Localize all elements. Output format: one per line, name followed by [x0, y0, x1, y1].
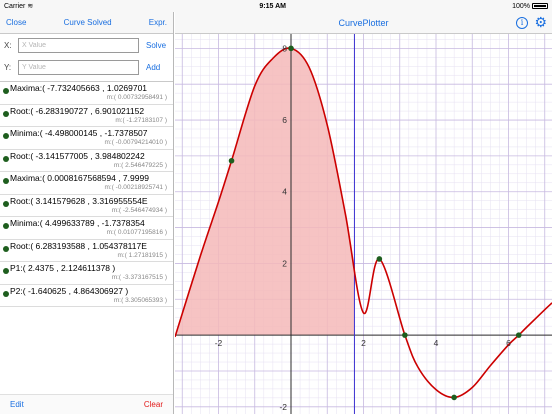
x-input-row: X: Solve [0, 34, 173, 56]
y-tick-label: 2 [282, 258, 287, 268]
battery-icon [531, 3, 548, 9]
result-coords: Maxima:( 0.0008167568594 , 7.9999 [10, 173, 149, 183]
result-coords: Root:( -6.283190727 , 6.901021152 [10, 105, 145, 116]
point-marker-icon [3, 88, 9, 94]
result-slope: m:( -0.00218925741 ) [104, 184, 167, 191]
data-point [376, 256, 383, 262]
data-point [451, 394, 457, 401]
result-slope: m:( 0.01077195816 ) [106, 229, 167, 236]
x-value-input[interactable] [18, 37, 139, 53]
result-coords: Root:( -3.141577005 , 3.984802242 [10, 150, 145, 161]
solve-button[interactable]: Solve [146, 41, 166, 50]
point-marker-icon [3, 133, 9, 139]
list-item[interactable]: Root:( -3.141577005 , 3.984802242 m:( 2.5… [0, 150, 173, 172]
y-tick-label: 8 [282, 43, 287, 53]
point-marker-icon [3, 200, 9, 207]
data-point [515, 332, 522, 338]
wifi-icon: ≋ [27, 3, 34, 10]
point-marker-icon [3, 110, 9, 117]
add-button[interactable]: Add [146, 63, 160, 72]
result-coords: Minima:( -4.498000145 , -1.7378507 [10, 128, 148, 138]
info-icon[interactable]: i [516, 17, 528, 29]
y-value-input[interactable] [18, 59, 139, 75]
carrier-label: Carrier ≋ [4, 2, 34, 11]
list-item[interactable]: Root:( 6.283193588 , 1.054378117E m:( 1.2… [0, 240, 173, 262]
y-tick-label: 4 [282, 187, 287, 197]
result-slope: m:( -1.27183107 ) [115, 116, 167, 124]
list-item[interactable]: Minima:( -4.498000145 , -1.7378507 m:( -0… [0, 127, 173, 150]
list-item[interactable]: Root:( 3.141579628 , 3.316955554E m:( -2.… [0, 195, 173, 217]
result-slope: m:( -3.373167515 ) [111, 274, 167, 281]
result-coords: Maxima:( -7.732405663 , 1.0269701 [10, 83, 148, 93]
result-slope: m:( -0.00794214010 ) [104, 139, 167, 146]
point-marker-icon [3, 178, 9, 184]
x-label: X: [4, 40, 12, 50]
right-nav-bar: CurvePlotter i ⚙ [175, 12, 552, 34]
carrier-text: Carrier [4, 2, 26, 10]
app-screen: Carrier ≋ 9:15 AM 100% Close Curve Solve… [0, 0, 552, 414]
point-marker-icon [3, 245, 9, 252]
data-point [228, 157, 235, 164]
point-marker-icon [3, 290, 9, 297]
edit-button[interactable]: Edit [10, 400, 24, 409]
results-list: Maxima:( -7.732405663 , 1.0269701 m:( 0.0… [0, 82, 173, 307]
status-time: 9:15 AM [259, 2, 286, 10]
list-item[interactable]: P1:( 2.4375 , 2.124611378 ) m:( -3.373167… [0, 262, 173, 285]
point-marker-icon [3, 155, 9, 162]
result-slope: m:( 2.546479225 ) [113, 161, 167, 169]
plot-panel: CurvePlotter i ⚙ -2 2 4 6 -2 2 4 6 8 [175, 12, 552, 414]
y-input-row: Y: Add [0, 56, 173, 78]
list-item[interactable]: P2:( -1.640625 , 4.864306927 ) m:( 3.3050… [0, 285, 173, 307]
result-slope: m:( 3.305065393 ) [113, 296, 167, 304]
x-tick-label: 2 [361, 338, 366, 348]
result-slope: m:( 0.00732958491 ) [106, 94, 167, 101]
battery-indicator: 100% [512, 3, 548, 10]
y-tick-label: 6 [282, 115, 287, 125]
result-coords: Root:( 3.141579628 , 3.316955554E [10, 195, 148, 206]
result-slope: m:( 1.27181915 ) [117, 251, 167, 259]
solution-panel: Close Curve Solved Expr. X: Solve Y: Add… [0, 12, 174, 414]
panel-title: Curve Solved [63, 18, 112, 27]
app-title: CurvePlotter [338, 17, 389, 28]
list-item[interactable]: Root:( -6.283190727 , 6.901021152 m:( -1.… [0, 105, 173, 127]
y-label: Y: [4, 62, 12, 72]
expr-button[interactable]: Expr. [149, 18, 167, 27]
data-point [288, 45, 294, 52]
point-marker-icon [3, 223, 9, 229]
status-bar: Carrier ≋ 9:15 AM 100% [0, 0, 552, 12]
left-nav-bar: Close Curve Solved Expr. [0, 12, 173, 34]
clear-button[interactable]: Clear [144, 400, 163, 409]
x-tick-label: -2 [215, 338, 223, 348]
list-item[interactable]: Minima:( 4.499633789 , -1.7378354 m:( 0.0… [0, 217, 173, 240]
result-coords: Minima:( 4.499633789 , -1.7378354 [10, 218, 145, 228]
result-coords: P2:( -1.640625 , 4.864306927 ) [10, 285, 129, 296]
result-coords: Root:( 6.283193588 , 1.054378117E [10, 240, 147, 251]
close-button[interactable]: Close [6, 18, 26, 27]
gear-icon[interactable]: ⚙ [534, 15, 547, 29]
x-tick-label: 4 [434, 338, 439, 348]
list-item[interactable]: Maxima:( -7.732405663 , 1.0269701 m:( 0.0… [0, 82, 173, 105]
x-tick-label: 6 [506, 338, 511, 348]
left-toolbar: Edit Clear [0, 394, 173, 414]
result-coords: P1:( 2.4375 , 2.124611378 ) [10, 263, 116, 273]
list-item[interactable]: Maxima:( 0.0008167568594 , 7.9999 m:( -0.… [0, 172, 173, 195]
data-point [402, 332, 408, 338]
result-slope: m:( -2.546474934 ) [111, 206, 167, 214]
y-tick-label: -2 [279, 402, 287, 412]
curve-plot[interactable]: -2 2 4 6 -2 2 4 6 8 [175, 34, 552, 414]
battery-percent: 100% [512, 2, 530, 10]
point-marker-icon [3, 268, 9, 274]
